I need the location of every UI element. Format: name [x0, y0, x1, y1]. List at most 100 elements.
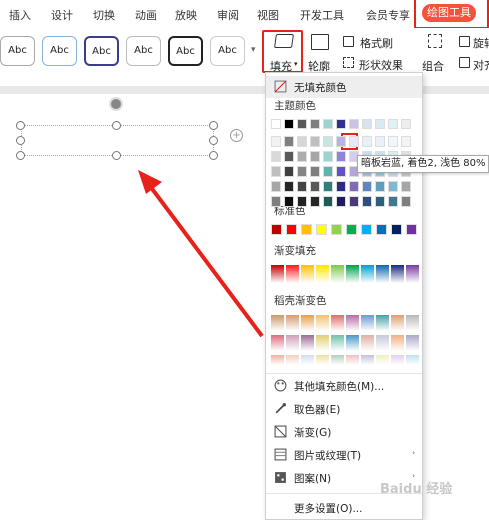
- shape-style-6[interactable]: Abc: [210, 36, 245, 66]
- eyedropper-option[interactable]: 取色器(E): [266, 398, 422, 420]
- theme-shade-swatch[interactable]: [310, 181, 320, 192]
- theme-shade-swatch[interactable]: [401, 136, 411, 147]
- theme-shade-swatch[interactable]: [271, 196, 281, 207]
- shell-gradient-swatch[interactable]: [391, 315, 404, 331]
- align-button[interactable]: 对齐: [473, 57, 489, 73]
- gradient-fill-swatch[interactable]: [286, 265, 299, 283]
- gradient-fill-swatch[interactable]: [376, 265, 389, 283]
- theme-shade-swatch[interactable]: [310, 166, 320, 177]
- shell-gradient-swatch[interactable]: [346, 335, 359, 351]
- shell-gradient-swatch[interactable]: [331, 335, 344, 351]
- format-brush-button[interactable]: 格式刷: [360, 35, 393, 51]
- shell-gradient-swatch[interactable]: [286, 355, 299, 365]
- theme-shade-swatch[interactable]: [284, 181, 294, 192]
- standard-color-swatch[interactable]: [271, 224, 282, 235]
- gradient-fill-swatch[interactable]: [406, 265, 419, 283]
- theme-shade-swatch[interactable]: [362, 196, 372, 207]
- theme-shade-swatch[interactable]: [388, 196, 398, 207]
- shell-gradient-swatch[interactable]: [301, 355, 314, 365]
- standard-color-swatch[interactable]: [301, 224, 312, 235]
- theme-swatch[interactable]: [336, 119, 346, 129]
- standard-color-swatch[interactable]: [361, 224, 372, 235]
- theme-shade-swatch[interactable]: [375, 196, 385, 207]
- shell-gradient-swatch[interactable]: [361, 355, 374, 365]
- tab-slideshow[interactable]: 放映: [175, 7, 197, 23]
- theme-shade-swatch[interactable]: [297, 136, 307, 147]
- gradient-fill-swatch[interactable]: [316, 265, 329, 283]
- shell-gradient-swatch[interactable]: [286, 315, 299, 331]
- theme-shade-swatch[interactable]: [297, 181, 307, 192]
- theme-swatch[interactable]: [401, 119, 411, 129]
- gradient-fill-swatch[interactable]: [331, 265, 344, 283]
- gradient-fill-swatch[interactable]: [346, 265, 359, 283]
- shell-gradient-swatch[interactable]: [316, 335, 329, 351]
- standard-color-swatch[interactable]: [346, 224, 357, 235]
- theme-shade-swatch[interactable]: [401, 181, 411, 192]
- theme-swatch[interactable]: [388, 119, 398, 129]
- shell-gradient-swatch[interactable]: [406, 355, 419, 365]
- theme-shade-swatch[interactable]: [323, 181, 333, 192]
- tab-review[interactable]: 审阅: [217, 7, 239, 23]
- theme-shade-swatch[interactable]: [310, 136, 320, 147]
- gradient-fill-swatch[interactable]: [301, 265, 314, 283]
- theme-swatch[interactable]: [362, 119, 372, 129]
- theme-shade-swatch[interactable]: [349, 136, 359, 147]
- tab-developer[interactable]: 开发工具: [300, 7, 344, 23]
- tab-design[interactable]: 设计: [51, 7, 73, 23]
- shell-gradient-swatch[interactable]: [271, 335, 284, 351]
- theme-shade-swatch[interactable]: [323, 136, 333, 147]
- theme-shade-swatch[interactable]: [401, 196, 411, 207]
- theme-shade-swatch[interactable]: [362, 136, 372, 147]
- style-gallery-more[interactable]: ▾: [251, 45, 256, 55]
- theme-shade-swatch[interactable]: [310, 151, 320, 162]
- theme-swatch[interactable]: [375, 119, 385, 129]
- theme-shade-swatch[interactable]: [271, 151, 281, 162]
- theme-shade-swatch[interactable]: [336, 196, 346, 207]
- theme-shade-swatch[interactable]: [284, 196, 294, 207]
- theme-shade-swatch[interactable]: [271, 136, 281, 147]
- theme-shade-swatch[interactable]: [271, 181, 281, 192]
- shape-style-4[interactable]: Abc: [126, 36, 161, 66]
- theme-shade-swatch[interactable]: [375, 136, 385, 147]
- standard-color-swatch[interactable]: [316, 224, 327, 235]
- rotate-button[interactable]: 旋转: [473, 35, 489, 51]
- gradient-fill-swatch[interactable]: [361, 265, 374, 283]
- theme-shade-swatch[interactable]: [336, 136, 346, 147]
- standard-color-swatch[interactable]: [376, 224, 387, 235]
- theme-shade-swatch[interactable]: [323, 166, 333, 177]
- standard-color-swatch[interactable]: [331, 224, 342, 235]
- theme-shade-swatch[interactable]: [323, 196, 333, 207]
- theme-shade-swatch[interactable]: [375, 181, 385, 192]
- shell-gradient-swatch[interactable]: [346, 355, 359, 365]
- standard-color-swatch[interactable]: [391, 224, 402, 235]
- shell-gradient-swatch[interactable]: [361, 315, 374, 331]
- gradient-fill-swatch[interactable]: [271, 265, 284, 283]
- theme-swatch[interactable]: [271, 119, 281, 129]
- theme-shade-swatch[interactable]: [336, 181, 346, 192]
- shell-gradient-swatch[interactable]: [391, 355, 404, 365]
- tab-insert[interactable]: 插入: [9, 7, 31, 23]
- theme-swatch[interactable]: [284, 119, 294, 129]
- theme-swatch[interactable]: [323, 119, 333, 129]
- theme-shade-swatch[interactable]: [284, 166, 294, 177]
- shape-style-5[interactable]: Abc: [168, 36, 203, 66]
- shell-gradient-swatch[interactable]: [271, 355, 284, 365]
- shape-style-1[interactable]: Abc: [0, 36, 35, 66]
- shape-style-2[interactable]: Abc: [42, 36, 77, 66]
- shell-gradient-swatch[interactable]: [376, 315, 389, 331]
- picture-texture-option[interactable]: 图片或纹理(T) ›: [266, 444, 422, 466]
- standard-color-swatch[interactable]: [406, 224, 417, 235]
- shell-gradient-swatch[interactable]: [316, 315, 329, 331]
- theme-shade-swatch[interactable]: [310, 196, 320, 207]
- more-settings-option[interactable]: 更多设置(O)...: [266, 497, 422, 519]
- shell-gradient-swatch[interactable]: [376, 335, 389, 351]
- shell-gradient-swatch[interactable]: [391, 335, 404, 351]
- theme-shade-swatch[interactable]: [336, 166, 346, 177]
- tab-transition[interactable]: 切换: [93, 7, 115, 23]
- shell-gradient-swatch[interactable]: [316, 355, 329, 365]
- theme-shade-swatch[interactable]: [297, 151, 307, 162]
- tab-member[interactable]: 会员专享: [366, 7, 410, 23]
- tab-animation[interactable]: 动画: [135, 7, 157, 23]
- theme-swatch[interactable]: [349, 119, 359, 129]
- theme-shade-swatch[interactable]: [323, 151, 333, 162]
